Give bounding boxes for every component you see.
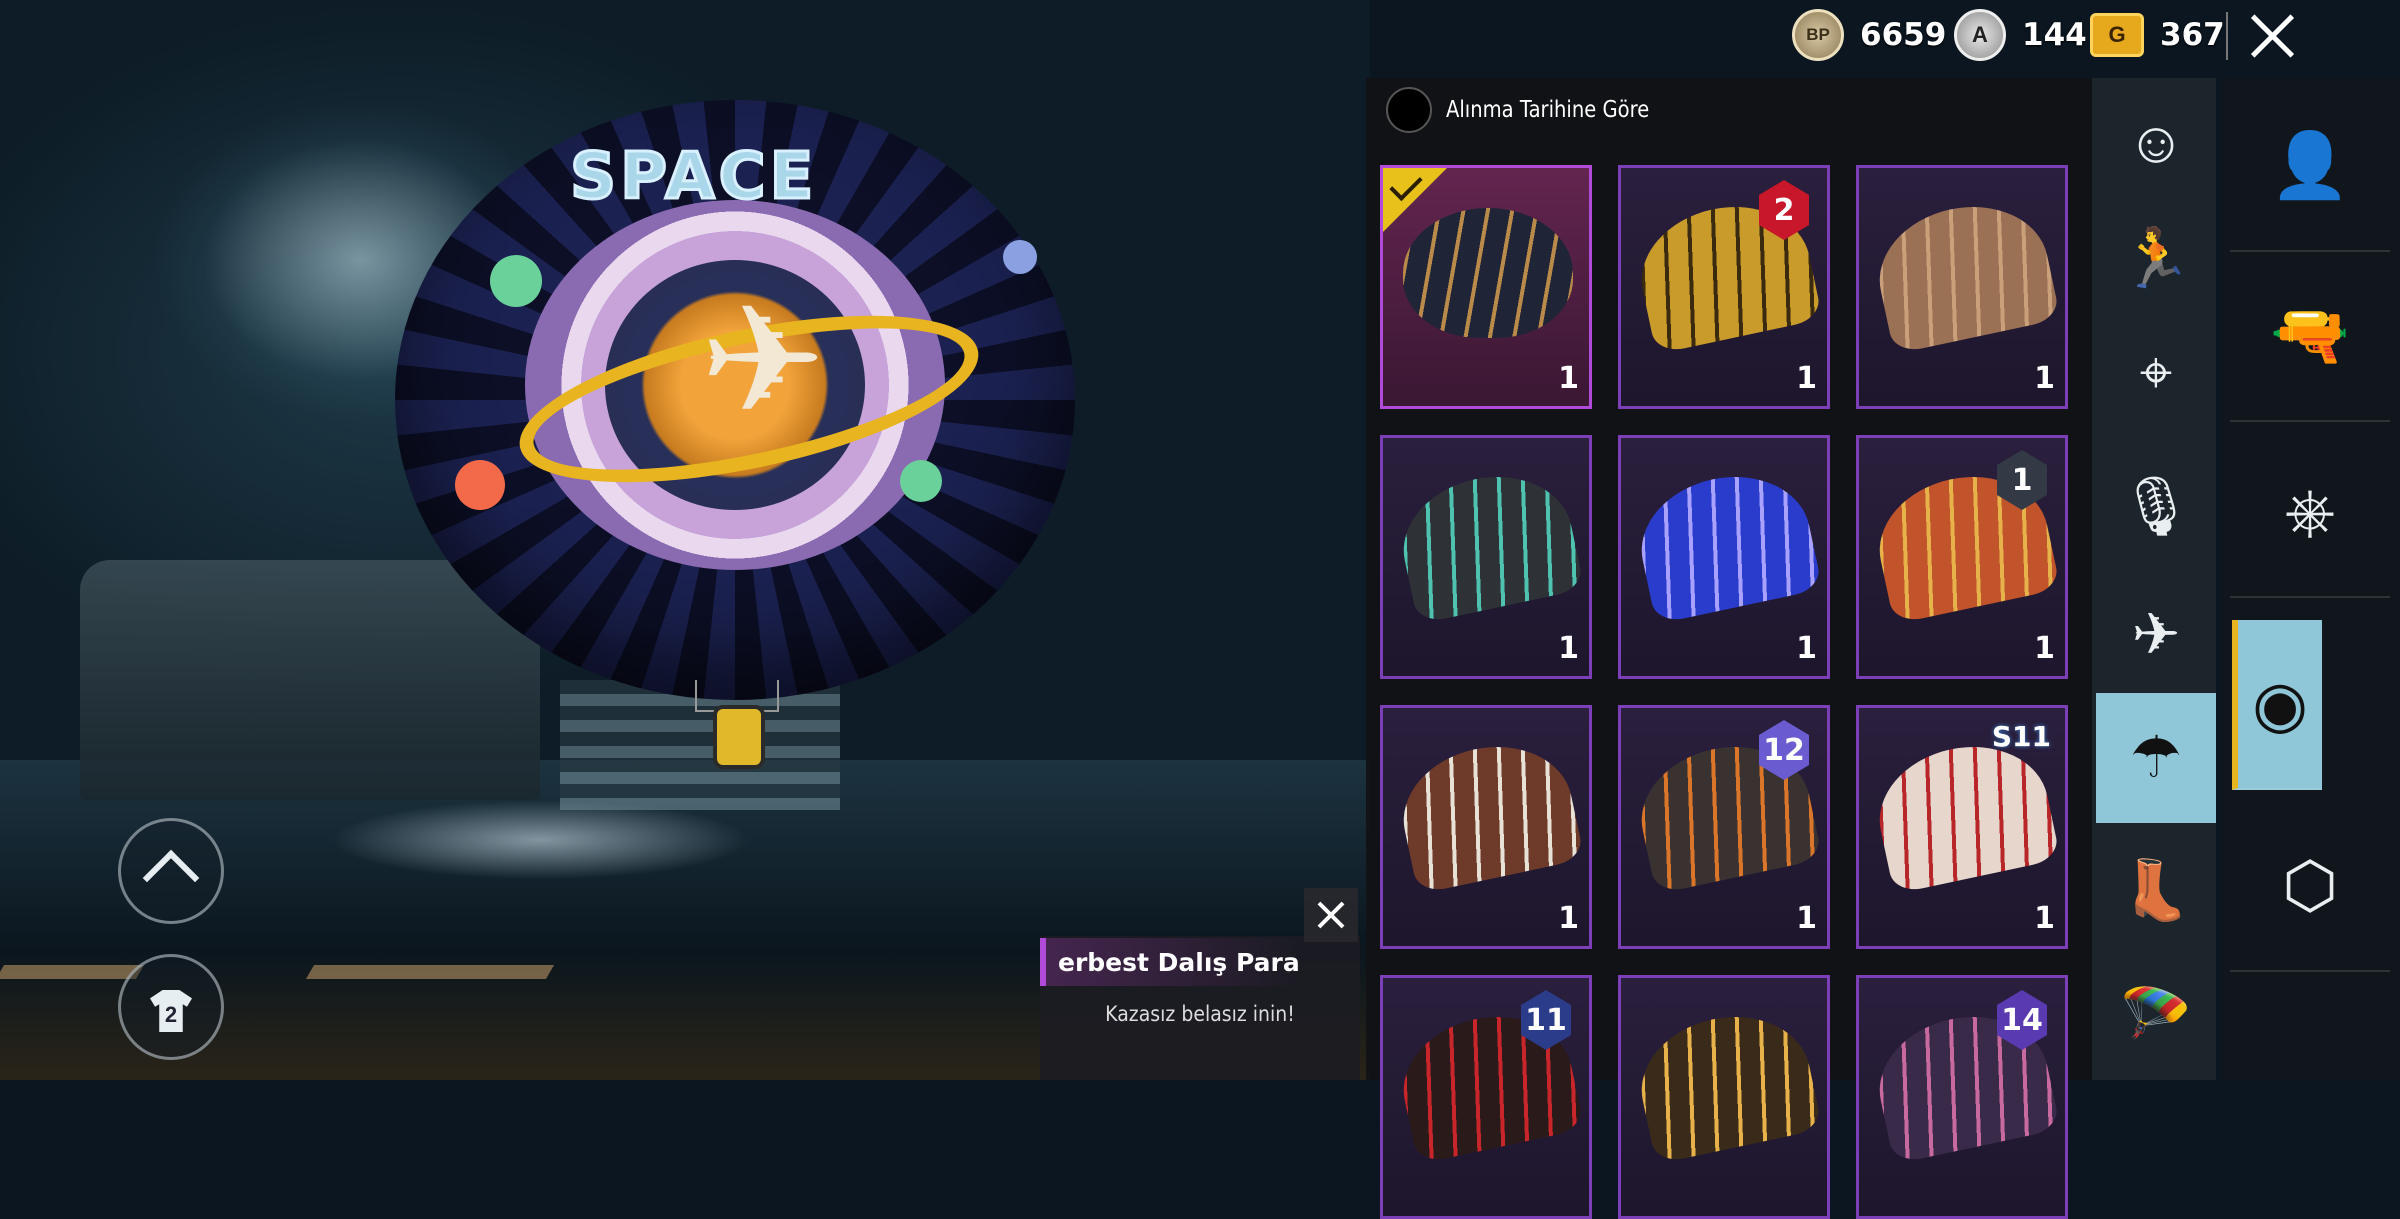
item-name: erbest Dalış Paraşütü xyxy=(1040,938,1300,986)
planet-decoration xyxy=(490,255,542,307)
parachute-thumbnail xyxy=(1391,461,1585,625)
parachute-harness xyxy=(713,705,765,769)
parachute-thumbnail xyxy=(1867,191,2061,355)
parachute-item-tile[interactable]: 12 1 xyxy=(1618,705,1830,949)
category-tab-emote-action[interactable]: 🏃 xyxy=(2096,204,2216,314)
bp-amount: 6659 xyxy=(1860,17,1947,53)
floor-marking xyxy=(0,965,145,979)
parachute-item-tile[interactable]: 1 xyxy=(1856,165,2068,409)
expand-up-button[interactable] xyxy=(118,818,224,924)
item-quantity: 1 xyxy=(1558,901,1579,936)
parachute-preview[interactable]: ✈ SPACE xyxy=(395,100,1075,769)
planet-decoration xyxy=(455,460,505,510)
airplane-icon: ✈ xyxy=(2131,602,2181,667)
item-quantity: 1 xyxy=(1796,361,1817,396)
parachute-item-tile[interactable]: 14 xyxy=(1856,975,2068,1219)
steering-wheel-icon: ⎈ xyxy=(2284,475,2336,547)
floor-reflection xyxy=(330,800,750,880)
canopy-print-text: SPACE xyxy=(568,139,818,216)
main-tab-crate-box[interactable]: ⬡ xyxy=(2230,800,2390,972)
pistol-icon: 🔫 xyxy=(2270,299,2350,371)
avatar-outfit-icon: ◉ xyxy=(2252,668,2308,740)
parachute-item-tile[interactable]: 11 xyxy=(1380,975,1592,1219)
close-icon[interactable] xyxy=(2244,8,2300,64)
item-quantity: 1 xyxy=(1796,631,1817,666)
bp-currency[interactable]: BP 6659 xyxy=(1792,9,1947,61)
uc-amount: 367 xyxy=(2160,17,2225,53)
boots-icon: 👢 xyxy=(2119,858,2193,923)
category-tab-microphone[interactable]: 🎙 xyxy=(2096,452,2216,562)
parachute-thumbnail xyxy=(1391,731,1585,895)
sort-radio[interactable] xyxy=(1386,87,1432,133)
parachute-thumbnail xyxy=(1629,461,1823,625)
emote-action-icon: 🏃 xyxy=(2119,226,2193,291)
sort-label: Alınma Tarihine Göre xyxy=(1446,97,1650,123)
main-tab-pistol[interactable]: 🔫 xyxy=(2230,250,2390,422)
microphone-icon: 🎙 xyxy=(2119,474,2193,539)
parachute-item-tile[interactable]: 1 xyxy=(1380,435,1592,679)
sort-toggle[interactable]: Alınma Tarihine Göre xyxy=(1386,87,1685,133)
wardrobe-hanger-icon: 2 xyxy=(144,980,198,1034)
category-tab-boots[interactable]: 👢 xyxy=(2096,836,2216,946)
category-tab-skydive[interactable]: 🪂 xyxy=(2096,960,2216,1070)
skydive-icon: 🪂 xyxy=(2119,982,2193,1047)
category-tab-location-pin[interactable]: ⌖ xyxy=(2096,318,2216,428)
item-quantity: 1 xyxy=(1796,901,1817,936)
crate-box-icon: ⬡ xyxy=(2282,849,2338,921)
uc-currency[interactable]: G 367 xyxy=(2090,10,2225,60)
ag-coin-icon: A xyxy=(1954,9,2006,61)
wardrobe-preset-number: 2 xyxy=(164,1002,178,1027)
parachute-icon: ☂ xyxy=(2130,725,2182,790)
main-tab-steering-wheel[interactable]: ⎈ xyxy=(2230,426,2390,598)
floor-marking xyxy=(305,965,555,979)
parachute-item-tile[interactable]: 21 xyxy=(1618,165,1830,409)
preview-scene[interactable]: ✈ SPACE xyxy=(0,0,1370,1080)
category-tab-airplane[interactable]: ✈ xyxy=(2096,580,2216,690)
parachute-item-tile[interactable]: S11 1 xyxy=(1856,705,2068,949)
season-badge: S11 xyxy=(1991,720,2051,753)
item-description: Kazasız belasız inin! xyxy=(1105,1002,1295,1026)
bp-coin-icon: BP xyxy=(1792,9,1844,61)
parachute-item-tile[interactable]: 1 xyxy=(1618,435,1830,679)
main-tab-character[interactable]: 👤 xyxy=(2230,80,2390,252)
toolbar-divider xyxy=(2226,12,2228,60)
item-quantity: 1 xyxy=(2034,631,2055,666)
parachute-item-tile[interactable]: 11 xyxy=(1856,435,2068,679)
parachute-thumbnail xyxy=(1867,731,2061,895)
item-quantity: 1 xyxy=(1558,361,1579,396)
item-quantity: 1 xyxy=(2034,901,2055,936)
ag-currency[interactable]: A 144 xyxy=(1954,9,2087,61)
popup-close-button[interactable] xyxy=(1304,888,1358,942)
parachute-thumbnail xyxy=(1629,1001,1823,1165)
airplane-emblem-icon: ✈ xyxy=(700,276,826,444)
item-quantity: 1 xyxy=(2034,361,2055,396)
uc-coin-icon: G xyxy=(2090,13,2144,57)
character-icon: 👤 xyxy=(2270,129,2350,201)
parachute-item-tile[interactable]: 1 xyxy=(1380,165,1592,409)
category-tab-parachute[interactable]: ☂ xyxy=(2096,693,2216,823)
planet-decoration xyxy=(1003,240,1037,274)
item-quantity: 1 xyxy=(1558,631,1579,666)
emote-face-icon: ☺ xyxy=(2126,110,2186,175)
parachute-item-tile[interactable]: 1 xyxy=(1380,705,1592,949)
ag-amount: 144 xyxy=(2022,17,2087,53)
location-pin-icon: ⌖ xyxy=(2139,340,2173,405)
category-tab-emote-face[interactable]: ☺ xyxy=(2096,88,2216,198)
parachute-item-tile[interactable] xyxy=(1618,975,1830,1219)
main-tab-avatar-outfit[interactable]: ◉ xyxy=(2232,620,2322,790)
planet-decoration xyxy=(900,460,942,502)
chevron-up-icon xyxy=(142,849,200,907)
wardrobe-preset-button[interactable]: 2 xyxy=(118,954,224,1060)
